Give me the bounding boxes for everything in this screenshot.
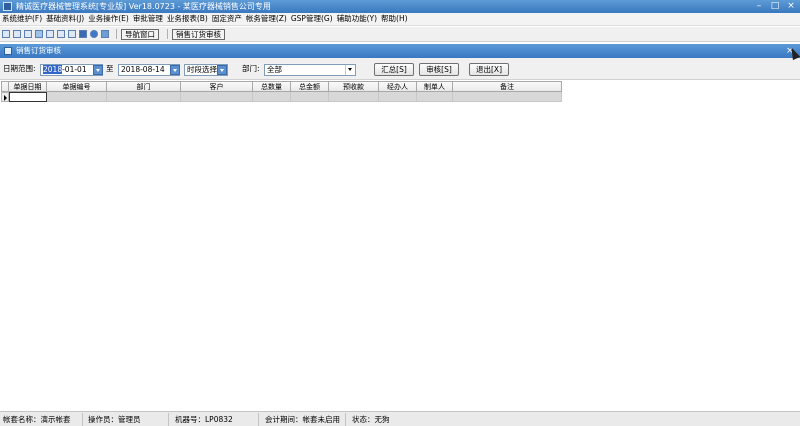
help-icon[interactable]: [90, 30, 98, 38]
grid-cell[interactable]: [417, 92, 453, 102]
grid-cell[interactable]: [107, 92, 181, 102]
menu-reports[interactable]: 业务报表(B): [167, 13, 208, 25]
grid-corner: [1, 81, 9, 92]
period-dropdown-icon[interactable]: [217, 65, 227, 75]
status-separator: [345, 413, 346, 426]
nav-window-button[interactable]: 导航窗口: [121, 28, 159, 40]
col-header-notes[interactable]: 备注: [453, 81, 562, 92]
toolbar: 导航窗口 销售订货审核: [0, 27, 800, 42]
close-button[interactable]: ×: [784, 1, 798, 12]
grid-cell[interactable]: [253, 92, 291, 102]
status-separator: [168, 413, 169, 426]
menu-aux[interactable]: 辅助功能(Y): [337, 13, 377, 25]
menu-approval[interactable]: 审批管理: [133, 13, 163, 25]
col-header-total-qty[interactable]: 总数量: [253, 81, 291, 92]
date-from-year: 2018: [43, 65, 63, 74]
menu-bar: 系统维护(F) 基础资料(J) 业务操作(E) 审批管理 业务报表(B) 固定资…: [0, 13, 800, 26]
status-machine: 机器号：LP0832: [175, 415, 233, 424]
exit-icon[interactable]: [101, 30, 109, 38]
doc-icon[interactable]: [68, 30, 76, 38]
grid-cell[interactable]: [291, 92, 329, 102]
exit-button[interactable]: 退出[X]: [469, 63, 509, 76]
col-header-customer[interactable]: 客户: [181, 81, 253, 92]
row-indicator-icon: [1, 92, 9, 102]
grid-cell[interactable]: [9, 92, 47, 102]
menu-accounts[interactable]: 帐务管理(Z): [246, 13, 287, 25]
window-icon[interactable]: [35, 30, 43, 38]
to-label: 至: [106, 64, 114, 73]
status-state: 状态：无狗: [352, 415, 390, 424]
grid-cell[interactable]: [453, 92, 562, 102]
title-bar: 精诚医疗器械管理系统[专业版] Ver18.0723 - 某医疗器械销售公司专用…: [0, 0, 800, 13]
date-from-dropdown-icon[interactable]: [93, 65, 103, 75]
date-from-rest: -01-01: [62, 65, 87, 74]
grid-cell[interactable]: [181, 92, 253, 102]
audit-button[interactable]: 审核[S]: [419, 63, 459, 76]
child-window-title: 销售订货审核: [16, 46, 61, 55]
menu-fixed-assets[interactable]: 固定资产: [212, 13, 242, 25]
status-operator: 操作员：管理员: [88, 415, 141, 424]
col-header-prepaid[interactable]: 预收款: [329, 81, 379, 92]
sales-audit-button[interactable]: 销售订货审核: [172, 28, 225, 40]
tools-icon[interactable]: [46, 30, 54, 38]
list-icon[interactable]: [2, 30, 10, 38]
status-period: 会计期间：帐套未启用: [265, 415, 340, 424]
table-icon[interactable]: [24, 30, 32, 38]
print-icon[interactable]: [57, 30, 65, 38]
col-header-handler[interactable]: 经办人: [379, 81, 417, 92]
status-bar: 帐套名称：演示帐套 操作员：管理员 机器号：LP0832 会计期间：帐套未启用 …: [0, 411, 800, 426]
dept-label: 部门:: [242, 64, 260, 73]
date-range-label: 日期范围:: [3, 64, 36, 73]
menu-business[interactable]: 业务操作(E): [88, 13, 129, 25]
menu-gsp[interactable]: GSP管理(G): [291, 13, 333, 25]
dept-dropdown-icon[interactable]: [345, 65, 355, 75]
summary-button[interactable]: 汇总[S]: [374, 63, 414, 76]
maximize-button[interactable]: □: [768, 1, 782, 12]
status-separator: [258, 413, 259, 426]
col-header-dept[interactable]: 部门: [107, 81, 181, 92]
menu-basic-data[interactable]: 基础资料(J): [46, 13, 84, 25]
menu-system[interactable]: 系统维护(F): [2, 13, 42, 25]
col-header-creator[interactable]: 制单人: [417, 81, 453, 92]
window-title: 精诚医疗器械管理系统[专业版] Ver18.0723 - 某医疗器械销售公司专用: [16, 2, 271, 11]
grid-cell[interactable]: [379, 92, 417, 102]
status-account: 帐套名称：演示帐套: [3, 415, 71, 424]
list-icon[interactable]: [13, 30, 21, 38]
menu-help[interactable]: 帮助(H): [381, 13, 408, 25]
save-icon[interactable]: [79, 30, 87, 38]
dept-select[interactable]: 全部: [264, 64, 356, 76]
toolbar-separator: [167, 29, 168, 39]
status-separator: [82, 413, 83, 426]
app-icon: [3, 2, 12, 11]
date-to-dropdown-icon[interactable]: [170, 65, 180, 75]
minimize-button[interactable]: –: [752, 1, 766, 12]
grid-cell[interactable]: [329, 92, 379, 102]
child-window-title-bar: 销售订货审核 ×: [0, 44, 800, 58]
grid-cell[interactable]: [47, 92, 107, 102]
col-header-doc-no[interactable]: 单据编号: [47, 81, 107, 92]
filter-bar: 日期范围: 2018-01-01 至 2018-08-14 时段选择 部门: 全…: [0, 58, 800, 80]
toolbar-separator: [116, 29, 117, 39]
form-icon: [4, 47, 12, 55]
col-header-total-amount[interactable]: 总金额: [291, 81, 329, 92]
col-header-doc-date[interactable]: 单据日期: [9, 81, 47, 92]
